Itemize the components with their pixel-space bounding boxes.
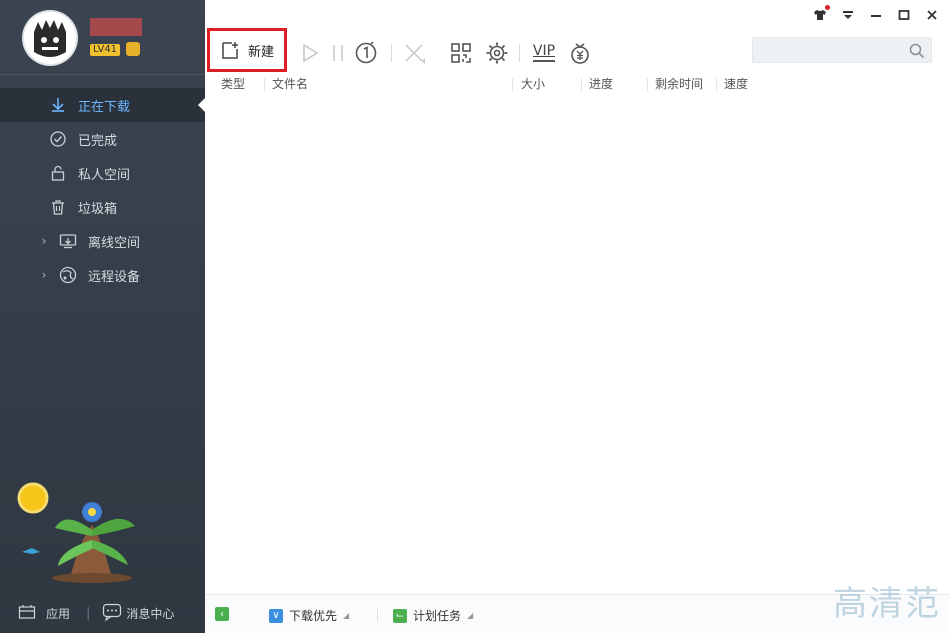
sidebar-item-private-space[interactable]: 私人空间 <box>0 156 205 190</box>
pause-icon <box>333 45 343 61</box>
toolbar-divider <box>519 44 520 62</box>
vip-label: VIP <box>532 43 556 59</box>
collapse-sidebar-button[interactable]: ‹ <box>215 607 229 621</box>
column-divider[interactable] <box>581 78 582 92</box>
chevron-left-icon: ‹ <box>215 607 229 621</box>
caret-icon: ◢ <box>343 611 350 620</box>
sidebar: LV41 正在下载 已完成 私人空间 垃圾箱 › 离线空间 › 远程设备 应用 … <box>0 0 205 633</box>
sidebar-item-label: 远程设备 <box>88 269 141 285</box>
window-controls <box>813 5 939 22</box>
lock-icon <box>48 163 68 183</box>
minimize-button[interactable] <box>869 8 883 22</box>
column-header-type[interactable]: 类型 <box>221 76 245 94</box>
user-avatar[interactable] <box>24 12 76 64</box>
message-center-label: 消息中心 <box>126 606 175 621</box>
sidebar-item-completed[interactable]: 已完成 <box>0 122 205 156</box>
single-task-mode-button[interactable] <box>353 40 379 66</box>
new-file-icon <box>222 42 238 59</box>
download-priority-label: 下载优先 <box>289 609 338 623</box>
close-button[interactable] <box>925 8 939 22</box>
chevron-right-icon[interactable]: › <box>34 268 54 282</box>
maximize-button[interactable] <box>897 8 911 22</box>
sidebar-bottom-bar: 应用 | 消息中心 <box>0 593 205 633</box>
apps-label: 应用 <box>46 606 71 621</box>
play-icon <box>303 43 319 63</box>
plant-decoration-icon[interactable] <box>10 470 170 585</box>
new-task-label: 新建 <box>247 44 274 60</box>
task-list-empty <box>205 94 949 594</box>
menu-dropdown-icon <box>843 11 853 19</box>
apps-button[interactable]: 应用 <box>18 604 70 623</box>
active-indicator <box>198 98 205 112</box>
sidebar-item-label: 私人空间 <box>78 167 131 183</box>
status-divider <box>377 609 378 621</box>
clock-icon: ⌙ <box>393 608 407 623</box>
cloud-download-icon <box>58 231 78 251</box>
column-divider[interactable] <box>716 78 717 92</box>
notification-dot <box>825 5 830 10</box>
sidebar-item-label: 正在下载 <box>78 99 131 115</box>
qr-code-button[interactable] <box>448 40 474 66</box>
shirt-icon <box>814 10 826 20</box>
scheduled-tasks-button[interactable]: ⌙ 计划任务 ◢ <box>393 607 473 624</box>
column-divider[interactable] <box>512 78 513 92</box>
minimize-icon <box>871 15 881 17</box>
sidebar-item-label: 垃圾箱 <box>78 201 118 217</box>
maximize-icon <box>898 10 910 20</box>
search-icon[interactable] <box>909 43 925 63</box>
main-panel: 新建 VIP 类型 文件名 大小 进度 剩余时间 速度 ‹ ∨ 下载优先 ◢ ⌙… <box>205 0 949 633</box>
column-divider[interactable] <box>264 78 265 92</box>
column-divider[interactable] <box>647 78 648 92</box>
column-header-size[interactable]: 大小 <box>521 76 545 94</box>
qr-code-icon <box>451 43 471 63</box>
watermark: 高清范 <box>833 584 941 624</box>
sidebar-item-label: 已完成 <box>78 133 118 149</box>
level-badge: LV41 <box>90 44 121 56</box>
sidebar-item-trash[interactable]: 垃圾箱 <box>0 190 205 224</box>
chevron-right-icon[interactable]: › <box>34 234 54 248</box>
caret-icon: ◢ <box>467 611 474 620</box>
delete-x-icon <box>405 44 425 64</box>
pause-button[interactable] <box>325 40 351 66</box>
new-task-button[interactable]: 新建 <box>207 28 287 72</box>
toolbar-divider <box>391 44 392 62</box>
skin-button[interactable] <box>813 5 830 22</box>
earnings-button[interactable] <box>567 40 593 66</box>
column-header-speed[interactable]: 速度 <box>724 76 748 94</box>
delete-button[interactable] <box>401 40 427 66</box>
vip-button[interactable]: VIP <box>529 40 559 66</box>
sidebar-item-downloading[interactable]: 正在下载 <box>0 88 205 122</box>
priority-icon: ∨ <box>269 608 283 623</box>
sidebar-item-label: 离线空间 <box>88 235 141 251</box>
download-arrow-icon <box>48 95 68 115</box>
message-bubble-icon <box>102 603 122 624</box>
start-button[interactable] <box>297 40 323 66</box>
close-icon <box>927 10 937 20</box>
gear-icon <box>486 42 508 64</box>
vip-badge-icon <box>126 42 140 56</box>
column-header-progress[interactable]: 进度 <box>589 76 613 94</box>
sidebar-divider <box>0 74 205 75</box>
settings-button[interactable] <box>484 40 510 66</box>
bottom-divider: | <box>86 605 91 621</box>
vip-icon: VIP <box>533 44 555 62</box>
sidebar-item-remote-devices[interactable]: › 远程设备 <box>0 258 205 292</box>
trash-icon <box>48 197 68 217</box>
money-bag-icon <box>571 43 589 64</box>
scheduled-tasks-label: 计划任务 <box>413 609 462 623</box>
download-priority-button[interactable]: ∨ 下载优先 ◢ <box>269 607 349 624</box>
check-circle-icon <box>48 129 68 149</box>
column-header-remaining-time[interactable]: 剩余时间 <box>655 76 703 94</box>
sidebar-item-offline-space[interactable]: › 离线空间 <box>0 224 205 258</box>
remote-device-icon <box>58 265 78 285</box>
message-center-button[interactable]: 消息中心 <box>102 603 174 624</box>
apps-icon <box>18 604 36 623</box>
task-table-header: 类型 文件名 大小 进度 剩余时间 速度 <box>205 76 949 94</box>
username-redacted <box>90 18 142 36</box>
column-header-filename[interactable]: 文件名 <box>272 76 308 94</box>
vip-underline <box>533 60 555 62</box>
search-input[interactable] <box>752 37 932 63</box>
main-menu-button[interactable] <box>841 8 855 22</box>
single-task-icon <box>355 41 377 64</box>
